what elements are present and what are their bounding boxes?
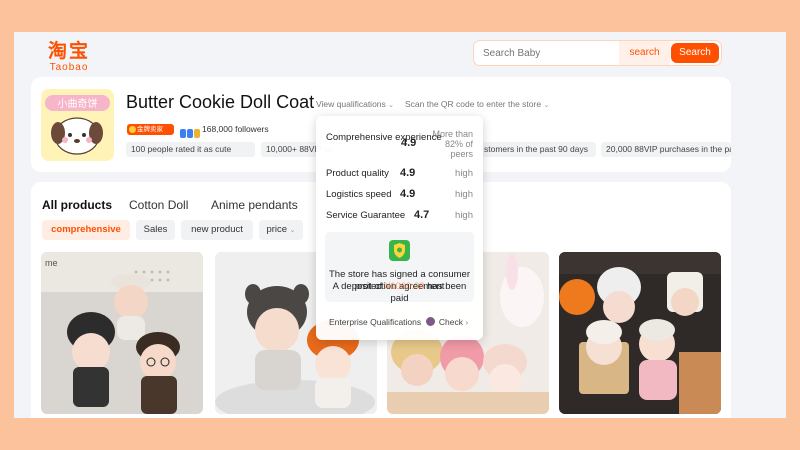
row-level: high [455,210,473,221]
taobao-logo[interactable]: 淘宝 Taobao [44,40,94,73]
gold-seller-badge: 金牌卖家 [127,124,174,135]
deposit-text: A deposit of ¥1000.00 has been paid [325,281,474,305]
row-level: high [455,168,473,179]
credential-icon [194,129,200,138]
row-label: Service Guarantee [326,210,406,221]
search-bar: search Search [473,40,722,66]
product-card[interactable]: me [41,252,203,414]
shield-icon [389,240,410,261]
view-qualifications-link[interactable]: View qualifications ⌄ [316,99,394,109]
enterprise-qualifications-link[interactable]: Enterprise Qualifications Check › [329,317,468,327]
row-score: 4.9 [400,188,416,200]
filter-new-product[interactable]: new product [181,220,253,240]
row-label: Product quality [326,168,389,179]
tab-all-products[interactable]: All products [42,198,112,212]
avatar-text: 小曲奇饼 [58,97,98,110]
credential-icon [187,129,193,138]
filter-price-label: price [266,224,288,235]
enterprise-avatar-icon [425,317,435,326]
tab-cotton-doll[interactable]: Cotton Doll [129,198,188,212]
row-score: 4.7 [414,209,430,221]
card-caption: me [45,258,58,268]
store-tag: 100 people rated it as cute [126,142,255,157]
followers-count: 168,000 followers [202,124,269,134]
chevron-right-icon: › [465,317,469,327]
row-score: 4.9 [400,167,416,179]
search-button[interactable]: Search [671,43,719,63]
filter-sales[interactable]: Sales [136,220,175,240]
row-level: More than 82% of peers [432,129,473,159]
product-quality-row: Product quality 4.9 high [326,167,473,179]
store-name: Butter Cookie Doll Coat [126,92,315,112]
enterprise-label: Enterprise Qualifications [329,317,422,327]
credential-icon [180,129,186,138]
search-in-store-link[interactable]: search [619,41,670,65]
product-card[interactable] [559,252,721,414]
search-input[interactable] [474,41,619,65]
logo-cn-text: 淘宝 [47,40,90,62]
qualifications-popup: Comprehensive experience 4.9 More than 8… [316,116,483,340]
store-avatar[interactable]: 小曲奇饼 [41,89,114,161]
row-level: high [455,189,473,200]
logo-en-text: Taobao [49,62,89,73]
scan-qr-link[interactable]: Scan the QR code to enter the store ⌄ [405,99,549,109]
store-tag: 20,000 88VIP purchases in the past six m… [601,142,731,157]
chevron-down-icon: ⌄ [543,102,550,109]
tab-anime-pendants[interactable]: Anime pendants [211,198,298,212]
row-label: Logistics speed [326,189,392,200]
view-qualifications-label: View qualifications [316,99,386,109]
service-guarantee-row: Service Guarantee 4.7 high [326,209,473,221]
deposit-prefix: A deposit of [332,281,385,292]
comprehensive-experience-row: Comprehensive experience 4.9 More than 8… [326,129,473,159]
chevron-down-icon: ⌄ [289,227,296,234]
credential-icons [180,125,201,143]
row-label: Comprehensive experience [326,132,442,143]
chevron-down-icon: ⌄ [388,102,395,109]
row-score: 4.9 [401,137,417,149]
scan-qr-label: Scan the QR code to enter the store [405,99,542,109]
store-tag: stomers in the past 90 days [479,142,596,157]
filter-comprehensive[interactable]: comprehensive [42,220,130,240]
consumer-protection-box: The store has signed a consumer protecti… [325,232,474,305]
logistics-speed-row: Logistics speed 4.9 high [326,188,473,200]
deposit-amount: ¥1000.00 [384,281,425,292]
filter-price[interactable]: price ⌄ [259,220,303,240]
check-label: Check [438,317,463,327]
